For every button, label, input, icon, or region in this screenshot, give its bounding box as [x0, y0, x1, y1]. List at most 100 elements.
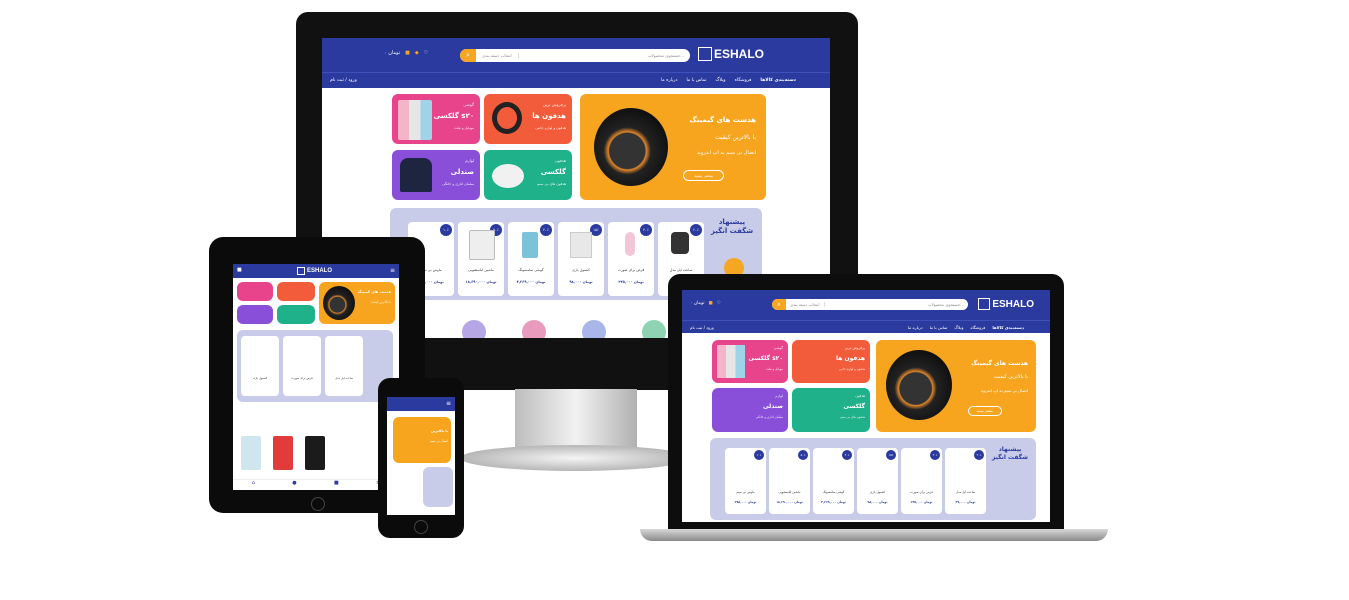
category-circle[interactable]	[462, 320, 486, 338]
nav-item-contact[interactable]: تماس با ما	[686, 78, 706, 83]
product-card[interactable]: ۱۰٪ ماوس بی سیم ۳۹۸,۰۰۰ تومان	[725, 448, 766, 514]
heart-icon[interactable]: ♡	[424, 50, 428, 56]
headset-image	[886, 350, 952, 420]
product-name: قرص برای صورت	[910, 490, 933, 494]
product-card[interactable]: کنسول بازی	[241, 336, 279, 396]
tile-galaxy-buds[interactable]: هدفون گلکسی هدفون های بی سیم	[792, 388, 870, 432]
product-card[interactable]: قرص برای صورت	[283, 336, 321, 396]
cart-icon[interactable]: ■	[709, 301, 713, 306]
nav-item-about[interactable]: درباره ما	[661, 78, 678, 83]
discount-badge: ۳۰٪	[930, 450, 940, 460]
product-name: گوشی سامسونگ	[518, 268, 544, 272]
compare-icon[interactable]: ◆	[415, 50, 419, 56]
category-circle[interactable]	[522, 320, 546, 338]
nav-login[interactable]: ورود / ثبت نام	[690, 325, 714, 330]
hero-subtitle: با بالاترین کیفیت	[715, 134, 756, 141]
tile-headphones[interactable]: پرفروش ترین هدفون ها هدفون و لوازم جانبی	[792, 340, 870, 383]
home-icon[interactable]: ⌂	[252, 480, 255, 490]
brand-logo[interactable]: ESHALO	[697, 47, 764, 61]
category-select[interactable]: انتخاب دسته بندی	[786, 302, 825, 307]
tile-chair[interactable]	[237, 305, 273, 324]
nav-item-shop[interactable]: فروشگاه	[970, 325, 985, 330]
phones-image	[398, 100, 432, 140]
hero-banner[interactable]: هدست های گیمینگ با بالاترین کیفیت	[319, 282, 395, 324]
tile-headphones[interactable]: پرفروش ترین هدفون ها هدفون و لوازم جانبی	[484, 94, 572, 144]
nav-item-blog[interactable]: وبلاگ	[715, 78, 725, 83]
nav-login[interactable]: ورود / ثبت نام	[330, 78, 357, 83]
nav-categories[interactable]: دسته‌بندی کالاها	[760, 78, 822, 83]
tile-title: گلکسی s۲۰	[748, 355, 783, 362]
product-card[interactable]: ۴۰٪ گوشی سامسونگ ۴,۲۶۹,۰۰۰ تومان	[508, 222, 554, 296]
category-circle[interactable]	[582, 320, 606, 338]
product-name: کنسول بازی	[252, 376, 268, 380]
nav-item-shop[interactable]: فروشگاه	[735, 78, 752, 83]
search-button[interactable]: ⌕	[772, 299, 786, 310]
product-name: ساعت اپل مدل	[955, 490, 976, 494]
product-card[interactable]: ۱۵٪ کنسول بازی ۹۸,۰۰۰ تومان	[558, 222, 604, 296]
phone-header: ≡	[387, 397, 455, 411]
brand-logo[interactable]: ESHALO	[978, 298, 1034, 310]
search-bar[interactable]: ⌕ انتخاب دسته بندی جستجوی محصولات...	[772, 299, 968, 310]
menu-icon[interactable]: ≡	[390, 267, 395, 274]
tile-sub: موبایل و تبلت	[454, 126, 474, 130]
tile-galaxy-s20[interactable]: گوشی گلکسی s۲۰ موبایل و تبلت	[712, 340, 788, 383]
search-bar[interactable]: ⌕ انتخاب دسته بندی جستجوی محصولات...	[460, 49, 690, 62]
search-button[interactable]: ⌕	[460, 49, 476, 62]
user-icon[interactable]: ●	[292, 480, 296, 490]
hero-button[interactable]: بیشتر ببینید	[967, 406, 1002, 416]
amazing-offer-section: پیشنهاد شگفت انگیز ۲۰٪ ساعت اپل مدل ۳۹,۰…	[710, 438, 1036, 520]
chair-image	[400, 158, 432, 192]
amazing-offer-section	[423, 467, 453, 507]
tile-galaxy-s20[interactable]: گوشی گلکسی s۲۰ موبایل و تبلت	[392, 94, 480, 144]
product-card[interactable]: ۳۰٪ قرص برای صورت ۲۴۵,۰۰۰ تومان	[901, 448, 942, 514]
hero-desc: اتصال بی سیم به اپ اندروید	[980, 388, 1028, 393]
hero-title: هدست های گیمینگ	[357, 290, 391, 294]
nav-item-about[interactable]: درباره ما	[908, 325, 923, 330]
tile-galaxy-s20[interactable]	[237, 282, 273, 301]
cart-icon[interactable]: ■	[237, 267, 242, 273]
product-card[interactable]: ۴۰٪ گوشی سامسونگ ۴,۲۶۹,۰۰۰ تومان	[813, 448, 854, 514]
nav-categories[interactable]: دسته‌بندی کالاها	[992, 325, 1042, 330]
hero-button[interactable]: بیشتر ببینید	[683, 170, 724, 181]
tile-headphones[interactable]	[277, 282, 315, 301]
tile-sub: هدفون و لوازم جانبی	[838, 367, 865, 371]
cart-icon[interactable]: ■	[405, 50, 410, 56]
discount-badge: ۱۵٪	[886, 450, 896, 460]
category-select[interactable]: انتخاب دسته بندی	[476, 53, 519, 58]
phone-thumb[interactable]	[305, 436, 325, 470]
amazing-offer-section: ساعت اپل مدل قرص برای صورت کنسول بازی	[237, 330, 393, 402]
hero-banner[interactable]: هدست های گیمینگ با بالاترین کیفیت اتصال …	[580, 94, 766, 200]
hero-banner[interactable]: هدست های گیمینگ با بالاترین کیفیت اتصال …	[876, 340, 1036, 432]
product-card[interactable]: ساعت اپل مدل	[325, 336, 363, 396]
product-card[interactable]: ۵۰٪ ماشین لباسشویی ۱۸,۶۹۰,۰۰۰ تومان	[458, 222, 504, 296]
tile-title: صندلی	[450, 168, 474, 176]
tile-chair[interactable]: لوازم صندلی مبلمان اداری و خانگی	[392, 150, 480, 200]
tile-chair[interactable]: لوازم صندلی مبلمان اداری و خانگی	[712, 388, 788, 432]
product-card[interactable]: ۳۰٪ قرص برای صورت ۲۴۵,۰۰۰ تومان	[608, 222, 654, 296]
trimmer-image	[625, 232, 635, 256]
category-circle[interactable]	[642, 320, 666, 338]
menu-icon[interactable]: ≡	[446, 400, 451, 407]
product-name: ماشین لباسشویی	[468, 268, 494, 272]
search-input[interactable]: جستجوی محصولات...	[519, 53, 690, 58]
product-name: کنسول بازی	[572, 268, 590, 272]
phone-home-button[interactable]	[414, 520, 428, 534]
product-card[interactable]: ۲۰٪ ساعت اپل مدل ۳۹,۰۰۰ تومان	[945, 448, 986, 514]
phone-thumb[interactable]	[241, 436, 261, 470]
nav-item-contact[interactable]: تماس با ما	[930, 325, 948, 330]
discount-badge: ۴۰٪	[540, 224, 552, 236]
nav-item-blog[interactable]: وبلاگ	[954, 325, 963, 330]
search-input[interactable]: جستجوی محصولات...	[825, 302, 968, 307]
cart-icon[interactable]: ■	[334, 480, 339, 490]
tablet-home-button[interactable]	[311, 497, 325, 511]
heart-icon[interactable]: ♡	[717, 301, 721, 306]
product-card[interactable]: ۱۵٪ کنسول بازی ۹۸,۰۰۰ تومان	[857, 448, 898, 514]
header-icons: ۰ تومان ■ ♡	[690, 301, 721, 306]
hero-desc: اتصال بی سیم به اپ اندروید	[696, 150, 756, 156]
hero-banner[interactable]: با بالاترین اتصال بی سیم	[393, 417, 451, 463]
tile-galaxy-buds[interactable]	[277, 305, 315, 324]
phone-thumb[interactable]	[273, 436, 293, 470]
tile-galaxy-buds[interactable]: هدفون گلکسی هدفون های بی سیم	[484, 150, 572, 200]
brand-logo[interactable]: ESHALO	[297, 267, 332, 275]
product-card[interactable]: ۵۰٪ ماشین لباسشویی ۱۸,۶۹۰,۰۰۰ تومان	[769, 448, 810, 514]
